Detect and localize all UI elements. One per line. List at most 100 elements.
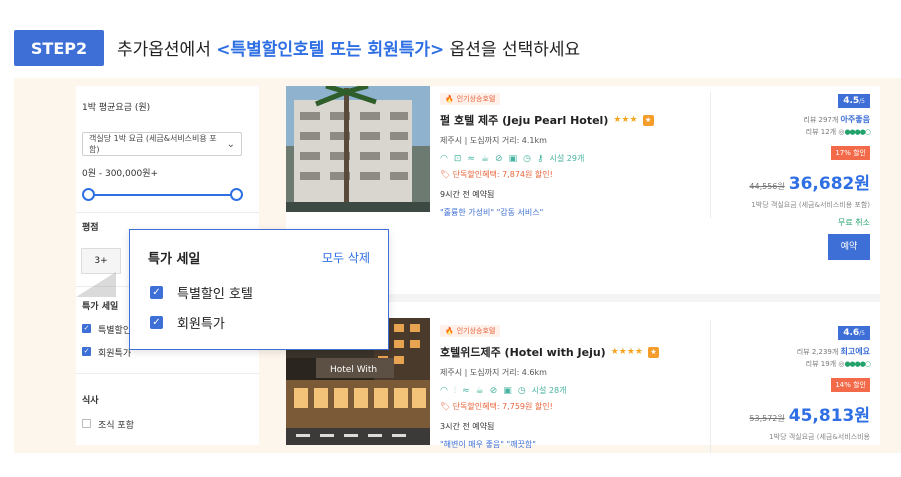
review-score: 4.6/5 <box>838 326 870 340</box>
deal-checkbox-special[interactable]: ✓ <box>82 324 91 333</box>
popular-tag-label: 인기상승호텔 <box>456 327 496 335</box>
review-score-max: /5 <box>859 330 865 337</box>
facility-count[interactable]: 시설 29개 <box>550 153 585 164</box>
flame-icon: 🔥 <box>445 95 454 103</box>
discount-text: 단독할인혜택: 7,874원 할인! <box>452 170 553 179</box>
book-button[interactable]: 예약 <box>828 233 870 260</box>
review-score-value: 4.6 <box>843 328 860 338</box>
coffee-icon: ☕ <box>480 153 490 164</box>
elevator-icon: ▣ <box>503 385 512 396</box>
tripadvisor-summary: 리뷰 12개 ◎●●●●○ <box>718 127 871 137</box>
popup-option-label: 특별할인 호텔 <box>177 287 253 302</box>
divider <box>710 320 711 454</box>
hotel-location[interactable]: 제주시 | 도심까지 거리: 4.1km <box>440 135 700 146</box>
recently-booked: 3시간 전 예약됨 <box>440 422 495 431</box>
popup-option-member[interactable]: ✓ 회원특가 <box>150 313 225 332</box>
discount-text: 단독할인혜택: 7,759원 할인! <box>452 402 553 411</box>
amenity-icons: ◠ ⊡ ≈ ☕ ⊘ ▣ ◷ ⚷ 시설 29개 <box>440 153 700 164</box>
review-highlights: "훌륭한 가성비" "감동 서비스" <box>440 208 544 217</box>
price-column: 4.5/5 리뷰 297개 아주좋음 리뷰 12개 ◎●●●●○ 17% 할인 … <box>718 88 871 260</box>
tripadvisor-rating-dots: ●●●●○ <box>844 128 871 136</box>
hotel-name[interactable]: 펄 호텔 제주 (Jeju Pearl Hotel) ★★★ ★ <box>440 112 700 128</box>
hotel-location[interactable]: 제주시 | 도심까지 거리: 4.6km <box>440 367 700 378</box>
hotel-photo[interactable] <box>286 86 430 212</box>
gym-icon: ⊘ <box>489 385 498 396</box>
price-block: 53,572원 45,813원 <box>718 401 870 426</box>
rating-option-3plus[interactable]: 3+ <box>81 248 121 274</box>
clock-icon: ◷ <box>517 385 526 396</box>
tripadvisor-rating-dots: ●●●●○ <box>844 360 871 368</box>
gym-icon: ⊘ <box>495 153 503 164</box>
hotel-name-text: 펄 호텔 제주 (Jeju Pearl Hotel) <box>440 114 609 127</box>
original-price: 44,556원 <box>749 182 785 191</box>
instruction-headline: 추가옵션에서 <특별할인호텔 또는 회원특가> 옵션을 선택하세요 <box>117 35 580 60</box>
clear-all-button[interactable]: 모두 삭제 <box>322 249 370 266</box>
review-summary: 리뷰 297개 아주좋음 <box>718 114 870 125</box>
price-slider-track[interactable] <box>88 194 236 196</box>
tripadvisor-count: 리뷰 19개 <box>805 360 837 368</box>
restaurant-icon: ⫶ <box>453 385 457 396</box>
review-summary: 리뷰 2,239개 최고에요 <box>718 346 870 357</box>
deal-option-special: 특별할인 <box>98 326 132 336</box>
agoda-preferred-icon: ★ <box>647 346 659 358</box>
price-block: 44,556원 36,682원 <box>718 169 870 194</box>
free-cancellation: 무료 취소 <box>838 217 870 227</box>
star-rating: ★★★★ <box>610 347 643 357</box>
price-slider-max-handle[interactable] <box>230 188 243 201</box>
sale-badge: 14% 할인 <box>831 378 870 392</box>
checkbox-checked-icon[interactable]: ✓ <box>150 286 163 299</box>
popup-option-label: 회원특가 <box>177 317 225 332</box>
popup-option-special[interactable]: ✓ 특별할인 호텔 <box>150 283 253 302</box>
popular-tag: 🔥 인기상승호텔 <box>440 93 501 105</box>
sale-price: 36,682원 <box>788 174 870 194</box>
price-column: 4.6/5 리뷰 2,239개 최고에요 리뷰 19개 ◎●●●●○ 14% 할… <box>718 320 871 443</box>
tutorial-page: STEP2 추가옵션에서 <특별할인호텔 또는 회원특가> 옵션을 선택하세요 … <box>0 0 901 477</box>
price-note: 1박당 객실요금 (세금&서비스비용 포함) <box>751 201 870 209</box>
headline-highlight: <특별할인호텔 또는 회원특가> <box>216 40 445 60</box>
wifi-icon: ◠ <box>440 385 448 396</box>
key-icon: ⚷ <box>536 153 544 164</box>
price-basis-select[interactable]: 객실당 1박 요금 (세금&서비스비용 포함) ⌄ <box>82 132 242 156</box>
recently-booked: 9시간 전 예약됨 <box>440 190 495 199</box>
facility-count[interactable]: 시설 28개 <box>532 385 567 396</box>
meal-option-breakfast: 조식 포함 <box>98 421 134 431</box>
wifi-icon: ◠ <box>440 153 448 164</box>
review-count: 리뷰 297개 <box>803 116 839 124</box>
review-score-value: 4.5 <box>843 96 860 106</box>
svg-text:Hotel With: Hotel With <box>330 365 377 375</box>
clock-icon: ◷ <box>523 153 531 164</box>
price-basis-value: 객실당 1박 요금 (세금&서비스비용 포함) <box>89 134 217 154</box>
deal-filter-label: 특가 세일 <box>82 302 119 312</box>
sale-price: 45,813원 <box>788 406 870 426</box>
tripadvisor-summary: 리뷰 19개 ◎●●●●○ <box>718 359 871 369</box>
elevator-icon: ▣ <box>508 153 518 164</box>
deal-checkbox-member[interactable]: ✓ <box>82 347 91 356</box>
price-slider-min-handle[interactable] <box>82 188 95 201</box>
meal-checkbox-breakfast[interactable] <box>82 419 91 428</box>
pool-icon: ≈ <box>467 153 475 164</box>
deal-option-member: 회원특가 <box>98 349 132 359</box>
meal-filter-label: 식사 <box>82 396 99 406</box>
original-price: 53,572원 <box>749 414 785 423</box>
agoda-preferred-icon: ★ <box>642 114 654 126</box>
tripadvisor-count: 리뷰 12개 <box>805 128 837 136</box>
popular-tag: 🔥 인기상승호텔 <box>440 325 501 337</box>
review-score: 4.5/5 <box>838 94 870 108</box>
sale-badge: 17% 할인 <box>831 146 870 160</box>
pool-icon: ≈ <box>462 385 470 396</box>
bottom-band <box>0 453 901 477</box>
price-filter-label: 1박 평균요금 (원) <box>82 103 151 113</box>
checkbox-checked-icon[interactable]: ✓ <box>150 316 163 329</box>
tag-icon: 🏷 <box>440 170 453 179</box>
review-score-max: /5 <box>859 98 865 105</box>
tag-icon: 🏷 <box>440 402 453 411</box>
review-word: 최고에요 <box>840 347 870 356</box>
hotel-card[interactable]: 🔥 인기상승호텔 펄 호텔 제주 (Jeju Pearl Hotel) ★★★ ★ 제… <box>286 86 880 260</box>
divider <box>76 373 259 374</box>
price-range-text: 0원 - 300,000원+ <box>82 169 159 179</box>
discount-notice: 🏷 단독할인혜택: 7,874원 할인! <box>440 169 700 180</box>
review-highlights: "해변이 매우 좋음" "깨끗함" <box>440 440 536 449</box>
hotel-name[interactable]: 호텔위드제주 (Hotel with Jeju) ★★★★ ★ <box>440 344 700 360</box>
coffee-icon: ☕ <box>475 385 484 396</box>
price-note: 1박당 객실요금 (세금&서비스비용 <box>769 433 870 441</box>
